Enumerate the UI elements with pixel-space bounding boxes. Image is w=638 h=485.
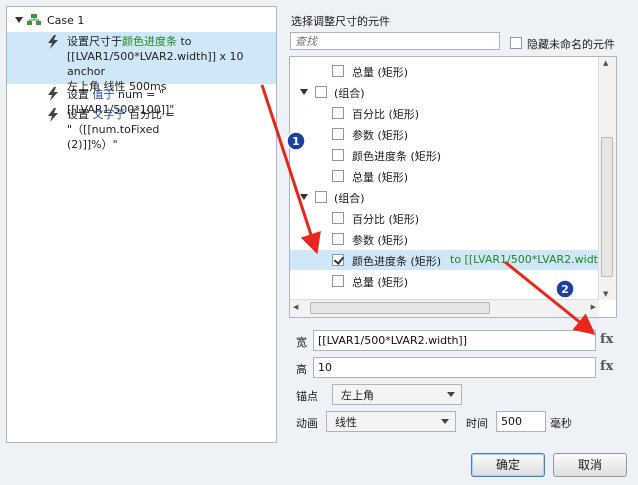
animation-select[interactable]: 线性 [326,411,456,432]
animation-value: 线性 [335,416,357,429]
lightning-icon [48,87,58,101]
action-text: to [177,35,192,48]
widget-label: (组合) [334,87,365,100]
widget-row[interactable]: 总量 (矩形) [290,61,599,81]
case-icon [27,14,41,25]
widget-label: 颜色进度条 (矩形) [352,255,442,268]
widget-checkbox[interactable] [332,128,344,140]
action-set-text[interactable]: 设置 文字于 百分比 = "（[[num.toFixed (2)]]%）" [7,106,276,151]
widget-checkbox[interactable] [315,191,327,203]
scroll-up-icon[interactable]: ▲ [603,59,608,67]
widget-row[interactable]: 百分比 (矩形) [290,103,599,123]
chevron-down-icon [447,392,455,397]
horizontal-scroll-thumb[interactable] [310,302,490,314]
widget-label: 总量 (矩形) [352,66,409,79]
lightning-icon [48,108,58,122]
action-set-size[interactable]: 设置尺寸于颜色进度条 to [[LVAR1/500*LVAR2.width]] … [7,32,276,93]
widget-row[interactable]: 颜色进度条 (矩形) to [[LVAR1/500*LVAR2.width]] … [290,250,616,270]
time-field[interactable] [497,412,545,431]
action-target: 文字于 [92,108,126,121]
cancel-button[interactable]: 取消 [553,453,627,477]
lightning-icon [48,35,58,49]
ms-label: 毫秒 [550,417,572,430]
case-actions-panel: Case 1 设置尺寸于颜色进度条 to [[LVAR1/500*LVAR2.w… [6,6,277,443]
widget-checkbox[interactable] [332,170,344,182]
vertical-scroll-thumb[interactable] [601,137,613,277]
height-input[interactable] [313,357,596,378]
widget-label: 总量 (矩形) [352,171,409,184]
widget-checkbox[interactable] [332,275,344,287]
collapse-triangle-icon[interactable] [15,17,23,23]
action-target: 值于 [92,88,115,101]
width-fx-icon[interactable]: fx [600,332,613,347]
vertical-scrollbar[interactable]: ▲ ▼ [598,57,616,300]
anchor-label: 锚点 [296,390,318,403]
widget-label: 百分比 (矩形) [352,108,420,121]
widget-label: 参数 (矩形) [352,129,409,142]
widget-checkbox[interactable] [332,233,344,245]
widget-row[interactable]: 参数 (矩形) [290,229,599,249]
action-text: (2)]]%）" [67,138,118,151]
widget-group-row[interactable]: (组合) [290,187,599,207]
search-input[interactable] [290,32,500,50]
width-label: 宽 [296,336,307,349]
time-input[interactable] [496,411,546,432]
widget-row[interactable]: 总量 (矩形) [290,271,599,291]
action-verb: 设置尺寸于 [67,35,122,48]
height-field[interactable] [314,358,595,377]
widget-label: 参数 (矩形) [352,234,409,247]
widget-label: (组合) [334,192,365,205]
chevron-down-icon [441,419,449,424]
case-row[interactable]: Case 1 [7,11,276,29]
action-text: [[LVAR1/500*LVAR2.width]] x 10 anchor [67,50,244,78]
height-fx-icon[interactable]: fx [600,359,613,374]
expand-triangle-icon[interactable] [300,89,308,95]
widget-row[interactable]: 百分比 (矩形) [290,208,599,228]
widget-label: 颜色进度条 (矩形) [352,150,442,163]
hide-unnamed-label: 隐藏未命名的元件 [527,38,615,51]
widget-row[interactable]: 参数 (矩形) [290,124,599,144]
widget-checkbox[interactable] [332,107,344,119]
time-label: 时间 [466,417,488,430]
hide-unnamed-checkbox[interactable] [510,37,522,49]
panel-title: 选择调整尺寸的元件 [291,15,390,28]
widget-tree: 总量 (矩形) (组合) 百分比 (矩形) 参数 (矩形) 颜色进度条 (矩形) 总量 (… [289,56,617,318]
widget-checkbox[interactable] [332,212,344,224]
widget-checkbox[interactable] [315,86,327,98]
widget-resize-summary: to [[LVAR1/500*LVAR2.width]] x 1 [450,253,617,266]
widget-label: 总量 (矩形) [352,276,409,289]
height-label: 高 [296,363,307,376]
scroll-right-icon[interactable]: ▶ [591,303,596,311]
anchor-select[interactable]: 左上角 [332,384,462,405]
widget-checkbox[interactable] [332,65,344,77]
expand-triangle-icon[interactable] [300,194,308,200]
action-set-value[interactable]: 设置 值于 num = "[[LVAR1/500*100]]" [7,85,276,116]
scroll-down-icon[interactable]: ▼ [603,290,608,298]
animation-label: 动画 [296,417,318,430]
widget-row[interactable]: 总量 (矩形) [290,166,599,186]
action-verb: 设置 [67,88,93,101]
width-field[interactable] [314,331,595,350]
widget-label: 百分比 (矩形) [352,213,420,226]
action-verb: 设置 [67,108,93,121]
widget-row[interactable]: 颜色进度条 (矩形) [290,145,599,165]
horizontal-scrollbar[interactable]: ◀ ▶ [290,299,599,317]
widget-group-row[interactable]: (组合) [290,82,599,102]
widget-checkbox[interactable] [332,254,344,266]
action-target: 颜色进度条 [122,35,177,48]
case-title: Case 1 [47,14,85,27]
ok-button[interactable]: 确定 [471,453,545,477]
scroll-left-icon[interactable]: ◀ [293,303,298,311]
widget-checkbox[interactable] [332,149,344,161]
anchor-value: 左上角 [341,389,374,402]
width-input[interactable] [313,330,596,351]
search-field[interactable] [291,33,499,49]
